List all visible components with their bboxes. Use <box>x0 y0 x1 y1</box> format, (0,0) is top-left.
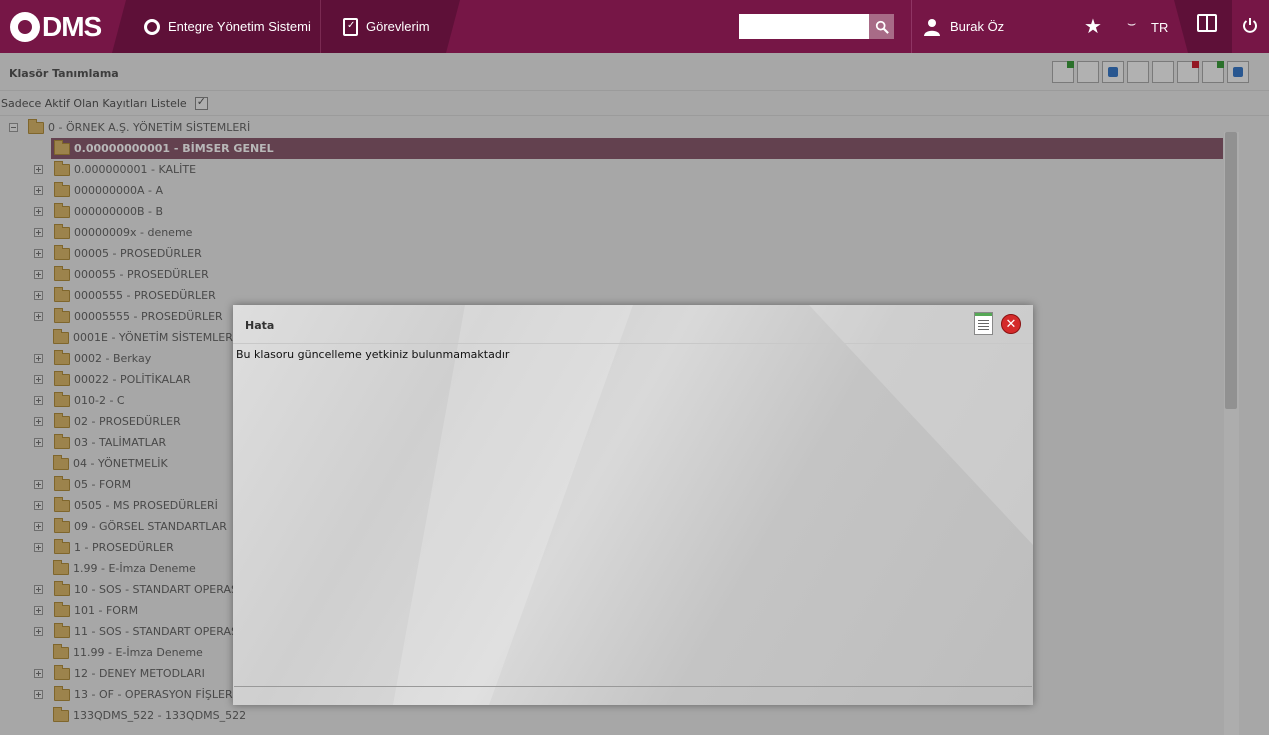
clipboard-icon <box>343 18 358 36</box>
book-icon[interactable] <box>1197 14 1217 32</box>
logo-text: DMS <box>42 10 102 42</box>
nav-label: Entegre Yönetim Sistemi <box>168 19 311 34</box>
dialog-message: Bu klasoru güncelleme yetkiniz bulunmama… <box>236 348 510 361</box>
close-icon[interactable]: ✕ <box>1001 314 1021 334</box>
user-icon <box>924 18 940 36</box>
search-input[interactable] <box>739 14 869 39</box>
divider <box>911 0 912 53</box>
document-icon[interactable] <box>974 312 993 335</box>
nav-label: Görevlerim <box>366 19 430 34</box>
dialog-header: Hata ✕ <box>233 305 1033 344</box>
star-icon[interactable]: ★ <box>1084 14 1102 38</box>
nav-gorevlerim[interactable]: Görevlerim <box>320 0 460 53</box>
dialog-bottom-line <box>234 686 1032 687</box>
background-shard <box>809 305 1033 545</box>
background-shard <box>393 305 633 705</box>
user-menu[interactable]: Burak Öz <box>924 0 1004 53</box>
search-button[interactable] <box>869 14 894 39</box>
power-icon[interactable] <box>1242 17 1258 33</box>
error-dialog: Hata ✕ Bu klasoru güncelleme yetkiniz bu… <box>233 305 1033 705</box>
circle-icon <box>144 18 160 35</box>
top-bar: DMS Entegre Yönetim Sistemi Görevlerim B… <box>0 0 1269 53</box>
language-selector[interactable]: TR <box>1151 20 1168 35</box>
app-logo[interactable]: DMS <box>10 10 102 43</box>
user-name: Burak Öz <box>950 19 1005 34</box>
search-icon <box>875 20 889 34</box>
dialog-title: Hata <box>245 319 275 332</box>
chevron-down-icon[interactable]: ⌣ <box>1127 16 1136 32</box>
logo-q-icon <box>10 11 40 42</box>
nav-entegre-yonetim-sistemi[interactable]: Entegre Yönetim Sistemi <box>112 0 320 53</box>
